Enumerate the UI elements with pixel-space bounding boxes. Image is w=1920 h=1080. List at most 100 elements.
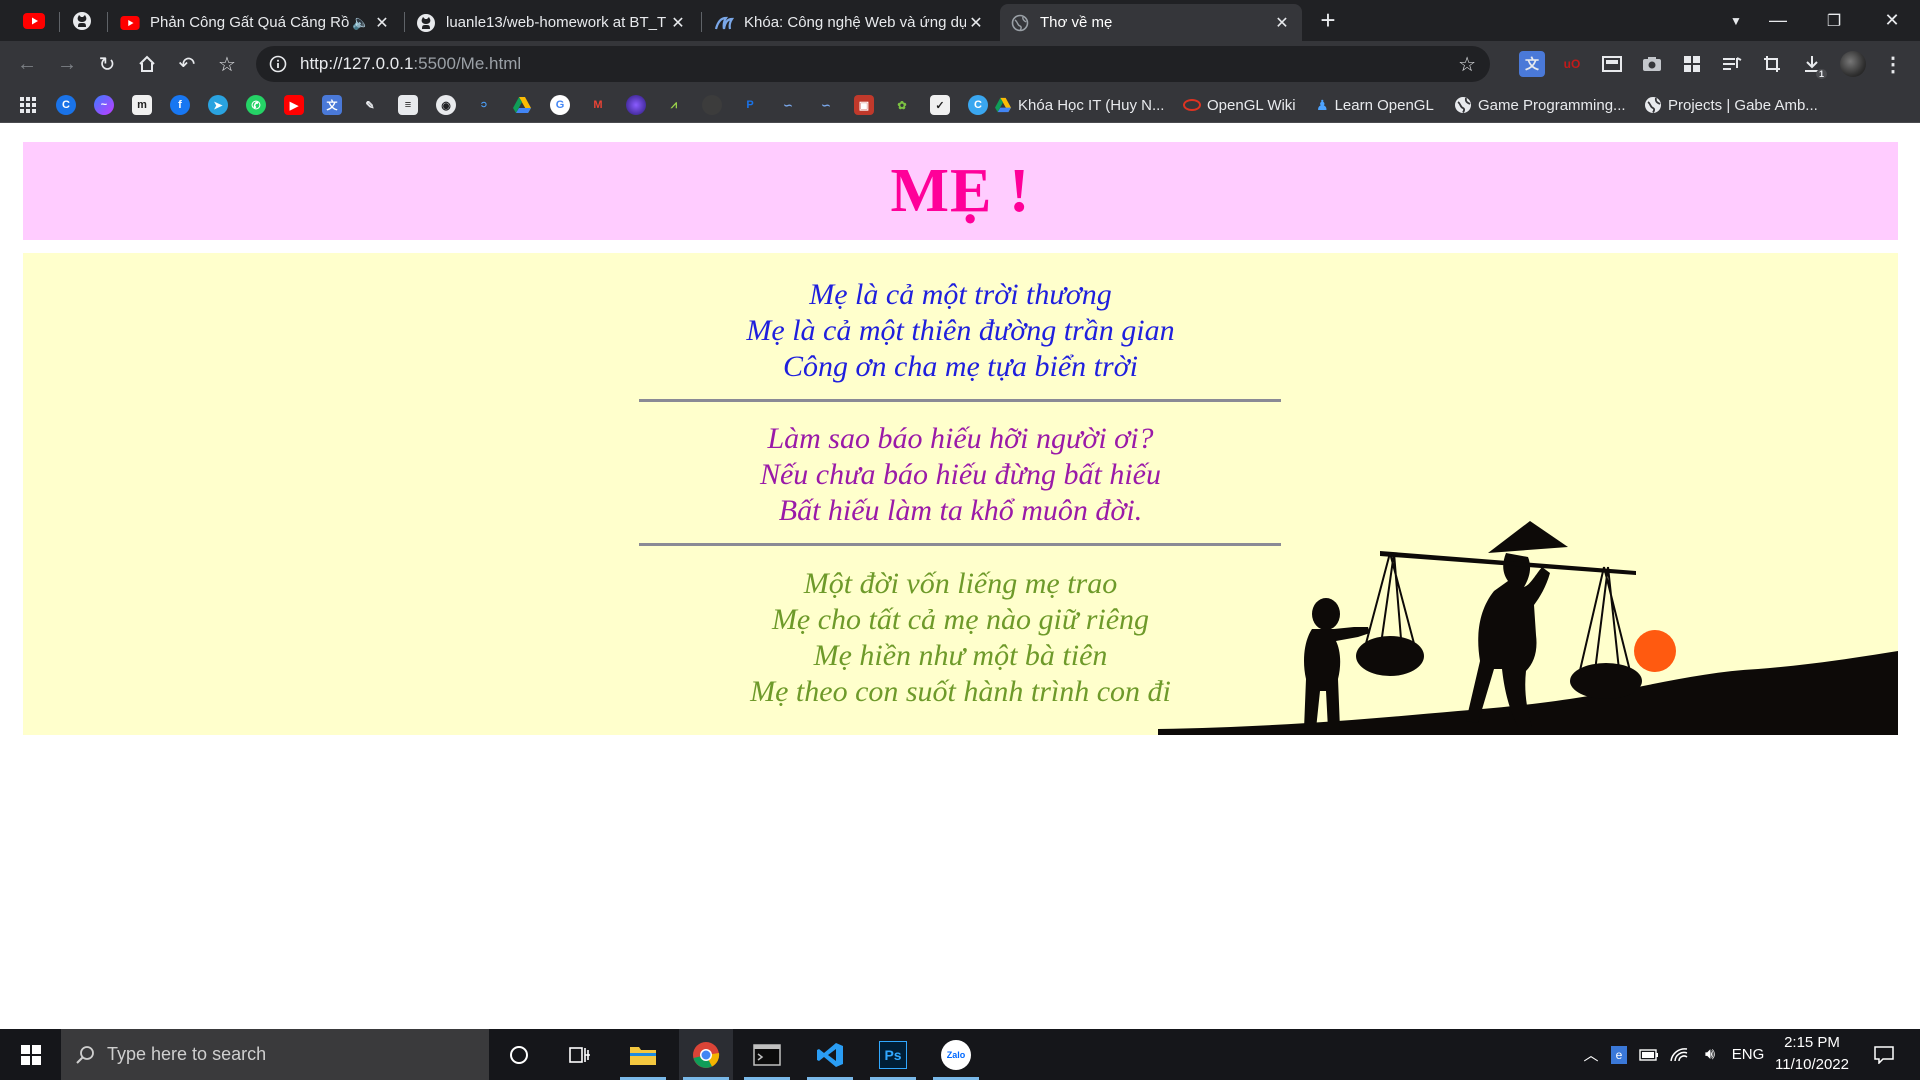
- mother-child-silhouette-image: [1158, 521, 1898, 735]
- bookmark-orb-icon[interactable]: [626, 95, 646, 115]
- bookmark-swirl-icon[interactable]: ၁: [474, 95, 494, 115]
- poem-line: Mẹ là cả một trời thương: [809, 278, 1112, 311]
- tab-github-repo[interactable]: luanle13/web-homework at BT_T ✕: [406, 4, 698, 41]
- google-drive-icon[interactable]: [512, 95, 532, 115]
- feather-icon[interactable]: ✎: [360, 95, 380, 115]
- poem-section: Mẹ là cả một trời thương Mẹ là cả một th…: [23, 253, 1898, 735]
- forward-button[interactable]: →: [51, 48, 83, 80]
- bookmark-shield-icon[interactable]: ▣: [854, 95, 874, 115]
- messenger-icon[interactable]: ~: [94, 95, 114, 115]
- bookmark-khoa-hoc-it[interactable]: Khóa Học IT (Huy N...: [994, 93, 1164, 117]
- browser-toolbar: ← → ↻ ↶ ☆ http://127.0.0.1:5500/Me.html …: [0, 41, 1920, 87]
- google-icon[interactable]: G: [550, 95, 570, 115]
- clock-time: 2:15 PM: [1784, 1034, 1840, 1051]
- restore-button[interactable]: ❐: [1806, 0, 1862, 41]
- tab-course[interactable]: Khóa: Công nghệ Web và ứng dụ ✕: [704, 4, 996, 41]
- terminal-button[interactable]: [740, 1029, 794, 1080]
- address-bar[interactable]: http://127.0.0.1:5500/Me.html ☆: [256, 46, 1490, 82]
- pinned-tab-youtube[interactable]: [12, 6, 56, 36]
- task-view-button[interactable]: [553, 1029, 607, 1080]
- telegram-icon[interactable]: ➤: [208, 95, 228, 115]
- speaker-muted-icon[interactable]: 🔈: [350, 14, 372, 31]
- search-icon: [76, 1045, 94, 1064]
- close-icon[interactable]: ✕: [372, 13, 392, 33]
- moodle-icon[interactable]: ∽: [778, 95, 798, 115]
- battery-icon[interactable]: [1636, 1029, 1662, 1080]
- poem-line: Mẹ là cả một thiên đường trần gian: [746, 314, 1175, 347]
- wifi-icon[interactable]: [1666, 1029, 1692, 1080]
- new-tab-button[interactable]: +: [1300, 0, 1356, 41]
- info-icon[interactable]: [256, 55, 300, 73]
- bookmark-c-icon[interactable]: C: [56, 95, 76, 115]
- document-icon[interactable]: ≡: [398, 95, 418, 115]
- ublock-icon[interactable]: uO: [1559, 51, 1585, 77]
- bookmark-learn-opengl[interactable]: ♟ Learn OpenGL: [1316, 93, 1434, 117]
- zalo-button[interactable]: Zalo: [929, 1029, 983, 1080]
- bookmark-opengl-wiki[interactable]: OpenGL Wiki: [1183, 93, 1296, 117]
- home-button[interactable]: [131, 48, 163, 80]
- facebook-icon[interactable]: f: [170, 95, 190, 115]
- google-translate-icon[interactable]: 文: [322, 95, 342, 115]
- bookmark-projects-gabe[interactable]: Projects | Gabe Amb...: [1644, 93, 1818, 117]
- whatsapp-icon[interactable]: ✆: [246, 95, 266, 115]
- windows-logo-icon: [21, 1044, 41, 1065]
- undo-close-button[interactable]: ↶: [171, 48, 203, 80]
- bookmark-this-page-icon[interactable]: ☆: [1458, 52, 1476, 77]
- photoshop-icon: Ps: [879, 1040, 907, 1069]
- menu-kebab-icon[interactable]: ⋮: [1880, 51, 1906, 77]
- show-hidden-icons-button[interactable]: ︿: [1578, 1029, 1604, 1080]
- screenshot-camera-icon[interactable]: [1639, 51, 1665, 77]
- mother-silhouette: [1356, 521, 1642, 727]
- bookmark-blog-icon[interactable]: m: [132, 95, 152, 115]
- vscode-button[interactable]: [803, 1029, 857, 1080]
- tray-app-icon[interactable]: e: [1606, 1029, 1632, 1080]
- volume-icon[interactable]: 🔊︎: [1696, 1029, 1724, 1080]
- close-icon[interactable]: ✕: [966, 13, 986, 33]
- reload-button[interactable]: ↻: [91, 48, 123, 80]
- profile-avatar[interactable]: [1840, 51, 1866, 77]
- google-translate-icon[interactable]: 文: [1519, 51, 1545, 77]
- cortana-button[interactable]: [492, 1029, 546, 1080]
- page-header: MẸ !: [23, 142, 1898, 240]
- arrow-left-icon: ←: [17, 52, 37, 75]
- taskbar-search-input[interactable]: Type here to search: [61, 1029, 489, 1080]
- bookmark-plant-icon[interactable]: ✿: [892, 95, 912, 115]
- pinned-tab-github[interactable]: [60, 6, 104, 36]
- vscode-icon: [817, 1042, 843, 1067]
- youtube-icon[interactable]: ▶: [284, 95, 304, 115]
- minimize-button[interactable]: —: [1750, 0, 1806, 41]
- picture-in-picture-icon[interactable]: [1599, 51, 1625, 77]
- tab-youtube-video[interactable]: Phản Công Gất Quá Căng Rồ 🔈 ✕: [110, 4, 402, 41]
- moodle-icon[interactable]: ∽: [816, 95, 836, 115]
- language-indicator[interactable]: ENG: [1728, 1029, 1768, 1080]
- bookmark-star-button[interactable]: ☆: [211, 48, 243, 80]
- github-icon[interactable]: ◉: [436, 95, 456, 115]
- bookmark-dark-icon[interactable]: [702, 95, 722, 115]
- tab-tho-ve-me[interactable]: Thơ về mẹ ✕: [1000, 4, 1302, 41]
- clock[interactable]: 2:15 PM 11/10/2022: [1768, 1032, 1856, 1076]
- close-icon[interactable]: ✕: [668, 13, 688, 33]
- media-control-icon[interactable]: [1719, 51, 1745, 77]
- bookmark-c-icon[interactable]: C: [968, 95, 988, 115]
- downloads-button[interactable]: 1: [1799, 51, 1827, 79]
- poem-line: Làm sao báo hiếu hỡi người ơi?: [767, 422, 1154, 455]
- close-icon[interactable]: ✕: [1272, 13, 1292, 33]
- paypal-icon[interactable]: P: [740, 95, 760, 115]
- bookmark-chart-icon[interactable]: ⩘: [664, 95, 684, 115]
- checkbox-icon[interactable]: ✓: [930, 95, 950, 115]
- notification-center-button[interactable]: [1864, 1029, 1904, 1080]
- bookmark-game-programming[interactable]: Game Programming...: [1454, 93, 1626, 117]
- file-explorer-button[interactable]: [616, 1029, 670, 1080]
- globe-icon: [1455, 97, 1471, 113]
- photoshop-button[interactable]: Ps: [866, 1029, 920, 1080]
- crop-icon[interactable]: [1759, 51, 1785, 77]
- gmail-icon[interactable]: M: [588, 95, 608, 115]
- google-drive-icon: [995, 97, 1011, 113]
- start-button[interactable]: [4, 1029, 58, 1080]
- back-button[interactable]: ←: [11, 48, 43, 80]
- close-window-button[interactable]: ✕: [1864, 0, 1920, 41]
- chrome-button[interactable]: [679, 1029, 733, 1080]
- extensions-grid-icon[interactable]: [1679, 51, 1705, 77]
- apps-grid-icon[interactable]: [18, 95, 38, 115]
- page-title: MẸ !: [890, 156, 1031, 225]
